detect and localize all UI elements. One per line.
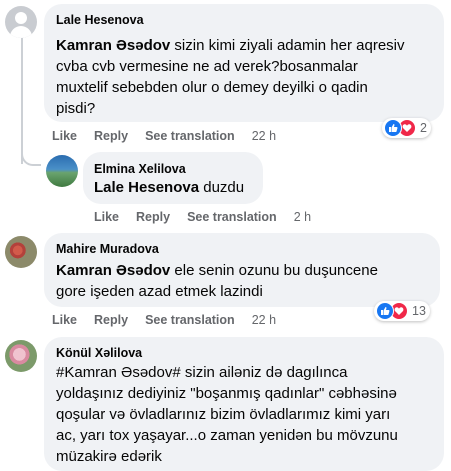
see-translation-button[interactable]: See translation <box>187 210 277 224</box>
comment-timestamp[interactable]: 22 h <box>252 129 276 143</box>
like-button[interactable]: Like <box>52 129 77 143</box>
avatar-konul[interactable] <box>5 340 37 372</box>
comment-actions: Like Reply See translation 22 h <box>52 313 293 327</box>
comment-text: Kamran Əsədov ele senin ozunu bu duşunce… <box>56 262 378 300</box>
like-button[interactable]: Like <box>52 313 77 327</box>
see-translation-button[interactable]: See translation <box>145 129 235 143</box>
avatar-mahire[interactable] <box>5 236 37 268</box>
comment-author[interactable]: Lale Hesenova <box>56 13 144 27</box>
reply-button[interactable]: Reply <box>94 313 128 327</box>
comment-author[interactable]: Elmina Xelilova <box>94 162 186 176</box>
reply-button[interactable]: Reply <box>94 129 128 143</box>
avatar-lale[interactable] <box>5 6 37 38</box>
comment-actions: Like Reply See translation 2 h <box>94 210 328 224</box>
see-translation-button[interactable]: See translation <box>145 313 235 327</box>
comment-author[interactable]: Mahire Muradova <box>56 242 159 256</box>
comment-actions: Like Reply See translation 22 h <box>52 129 293 143</box>
like-reaction-icon <box>376 302 394 320</box>
comment-text: Lale Hesenova duzdu <box>94 179 245 196</box>
comment-text: Kamran Əsədov sizin kimi ziyali adamin h… <box>56 37 405 117</box>
like-reaction-icon <box>384 119 402 137</box>
reaction-count: 13 <box>412 304 426 318</box>
mention-tag[interactable]: Kamran Əsədov <box>56 37 170 54</box>
reaction-summary[interactable]: 2 <box>382 118 431 138</box>
mention-tag[interactable]: Kamran Əsədov <box>56 262 170 279</box>
thread-line-branch <box>21 146 41 166</box>
avatar-elmina[interactable] <box>46 155 78 187</box>
reply-button[interactable]: Reply <box>136 210 170 224</box>
comment-text: #Kamran Əsədov# sizin ailəniz də dagılın… <box>56 364 398 465</box>
comment-timestamp[interactable]: 2 h <box>294 210 311 224</box>
like-button[interactable]: Like <box>94 210 119 224</box>
reaction-count: 2 <box>420 121 427 135</box>
comment-timestamp[interactable]: 22 h <box>252 313 276 327</box>
reaction-summary[interactable]: 13 <box>374 301 430 321</box>
comment-author[interactable]: Könül Xəlilova <box>56 346 142 360</box>
mention-tag[interactable]: Lale Hesenova <box>94 179 199 196</box>
